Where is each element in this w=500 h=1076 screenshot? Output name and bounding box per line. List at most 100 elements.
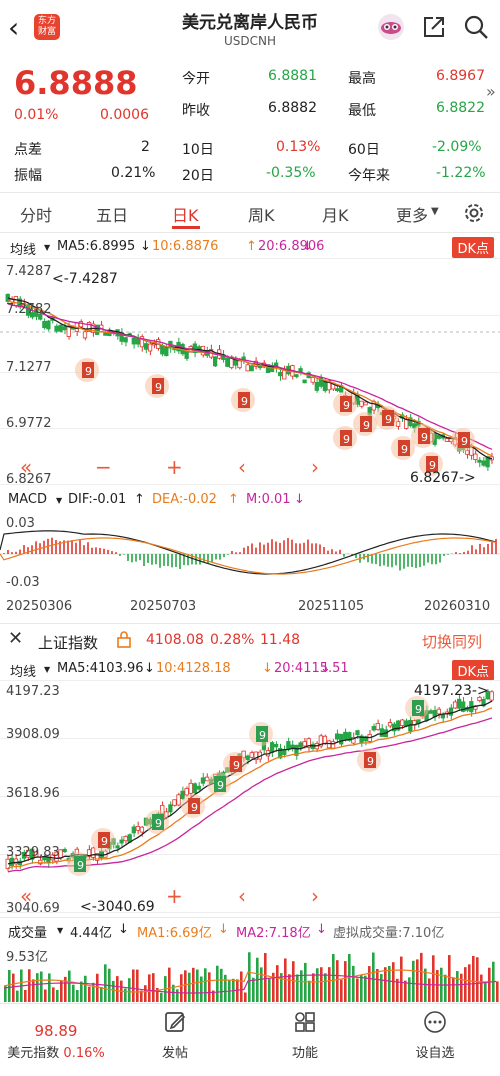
switch-sync-button[interactable]: 切换同列	[422, 631, 482, 652]
signal-nine: 9	[401, 443, 408, 456]
index-y-tick-1: 4197.23	[6, 684, 60, 699]
tab-daily-k[interactable]: 日K	[172, 202, 199, 226]
vol-ma2-value: MA2:7.18亿	[236, 926, 311, 941]
dk-point-button[interactable]: DK点	[452, 237, 494, 258]
signal-nine: 9	[241, 395, 248, 408]
dollar-index-widget[interactable]: 98.89 美元指数 0.16%	[0, 1004, 112, 1076]
candle	[245, 364, 250, 372]
expand-chevron-icon[interactable]: »	[486, 82, 496, 101]
close-index-icon[interactable]: ✕	[8, 628, 23, 649]
more-dropdown-icon: ▼	[431, 206, 439, 217]
volume-bar	[368, 966, 371, 1002]
lock-icon[interactable]	[116, 630, 132, 652]
scroll-left-icon[interactable]: «	[20, 455, 32, 479]
volume-bar	[292, 961, 295, 1002]
volume-bar	[416, 959, 419, 1002]
y-tick-4: 6.9772	[6, 416, 52, 431]
settings-gear-icon[interactable]	[462, 201, 486, 229]
macd-toggle[interactable]: MACD	[8, 492, 47, 507]
volume-bar	[412, 960, 415, 1002]
index-ma5-line	[7, 700, 493, 865]
index-ma5-value: MA5:4103.96	[57, 661, 144, 676]
signal-nine: 9	[343, 399, 350, 412]
candle	[245, 755, 250, 761]
volume-toggle[interactable]: 成交量	[8, 922, 47, 941]
candlestick-chart[interactable]: 999 999 99999	[0, 258, 500, 486]
candle	[314, 381, 319, 391]
volume-bar	[252, 977, 255, 1002]
index-step-left-icon[interactable]: ‹	[238, 884, 246, 908]
index-y-tick-3: 3618.96	[6, 786, 60, 801]
volume-bar	[304, 962, 307, 1002]
low-label: 最低	[348, 103, 376, 119]
share-icon[interactable]	[419, 12, 449, 42]
tab-more[interactable]: 更多	[396, 202, 428, 226]
index-signal-nine: 9	[367, 755, 374, 768]
volume-bar	[372, 952, 375, 1002]
volume-bar	[100, 986, 103, 1002]
search-icon[interactable]	[461, 12, 491, 42]
candle	[269, 742, 275, 753]
volume-bar	[296, 974, 299, 1002]
dollar-index-pct: 0.16%	[63, 1046, 105, 1061]
candle	[176, 794, 181, 806]
candle	[290, 744, 295, 749]
candle	[444, 438, 450, 442]
edit-icon	[165, 1012, 186, 1032]
signal-nine: 9	[385, 413, 392, 426]
candle	[448, 707, 454, 716]
avatar-icon[interactable]	[376, 12, 406, 42]
volume-bar	[432, 955, 435, 1002]
volume-bar	[380, 974, 383, 1002]
signal-nine: 9	[85, 365, 92, 378]
function-label: 功能	[291, 1046, 318, 1061]
volume-bar	[316, 968, 319, 1002]
index-candlestick-chart[interactable]: 999999999	[0, 680, 500, 914]
date-tick-2: 20250703	[130, 599, 197, 614]
vol-ma1-value: MA1:6.69亿	[137, 926, 212, 941]
y-tick-3: 7.1277	[6, 360, 52, 375]
volume-bar	[332, 954, 335, 1002]
post-button[interactable]: 发帖	[125, 1004, 225, 1076]
candle	[62, 326, 67, 331]
tab-weekly-k[interactable]: 周K	[248, 202, 275, 226]
candle	[249, 752, 254, 758]
step-left-icon[interactable]: ‹	[238, 455, 246, 479]
function-button[interactable]: 功能	[255, 1004, 355, 1076]
candle	[82, 331, 88, 339]
volume-bar	[72, 984, 75, 1002]
ma-toggle[interactable]: 均线	[10, 239, 36, 258]
index-y-tick-4: 3329.83	[6, 845, 60, 860]
index-y-tick-2: 3908.09	[6, 727, 60, 742]
volume-bar	[8, 969, 11, 1002]
index-min-label: <-3040.69	[80, 899, 155, 915]
volume-bar	[276, 965, 279, 1002]
tab-intraday[interactable]: 分时	[20, 202, 52, 226]
add-watchlist-button[interactable]: 设自选	[385, 1004, 485, 1076]
volume-bar	[264, 952, 267, 1002]
volume-bar	[360, 974, 363, 1002]
index-dk-point-button[interactable]: DK点	[452, 660, 494, 681]
volume-bar	[284, 958, 287, 1002]
dea-line	[0, 537, 497, 575]
candle	[343, 731, 348, 740]
candle	[46, 320, 51, 330]
zoom-in-icon[interactable]: +	[166, 455, 183, 479]
tab-monthly-k[interactable]: 月K	[322, 202, 349, 226]
zoom-out-icon[interactable]: −	[95, 455, 112, 479]
step-right-icon[interactable]: ›	[311, 455, 319, 479]
index-ma-toggle[interactable]: 均线	[10, 661, 36, 680]
period-tabs: 分时 五日 日K 周K 月K 更多 ▼	[0, 196, 500, 230]
volume-bar	[200, 976, 203, 1002]
candle	[375, 723, 380, 731]
candle	[188, 782, 193, 794]
volume-bar	[488, 967, 491, 1002]
signal-nine: 9	[421, 431, 428, 444]
index-scroll-left-icon[interactable]: «	[20, 884, 32, 908]
index-zoom-in-icon[interactable]: +	[166, 884, 183, 908]
index-step-right-icon[interactable]: ›	[311, 884, 319, 908]
candle	[225, 357, 230, 367]
volume-bar	[340, 979, 343, 1002]
volume-bar	[116, 976, 119, 1002]
tab-five-day[interactable]: 五日	[96, 202, 128, 226]
